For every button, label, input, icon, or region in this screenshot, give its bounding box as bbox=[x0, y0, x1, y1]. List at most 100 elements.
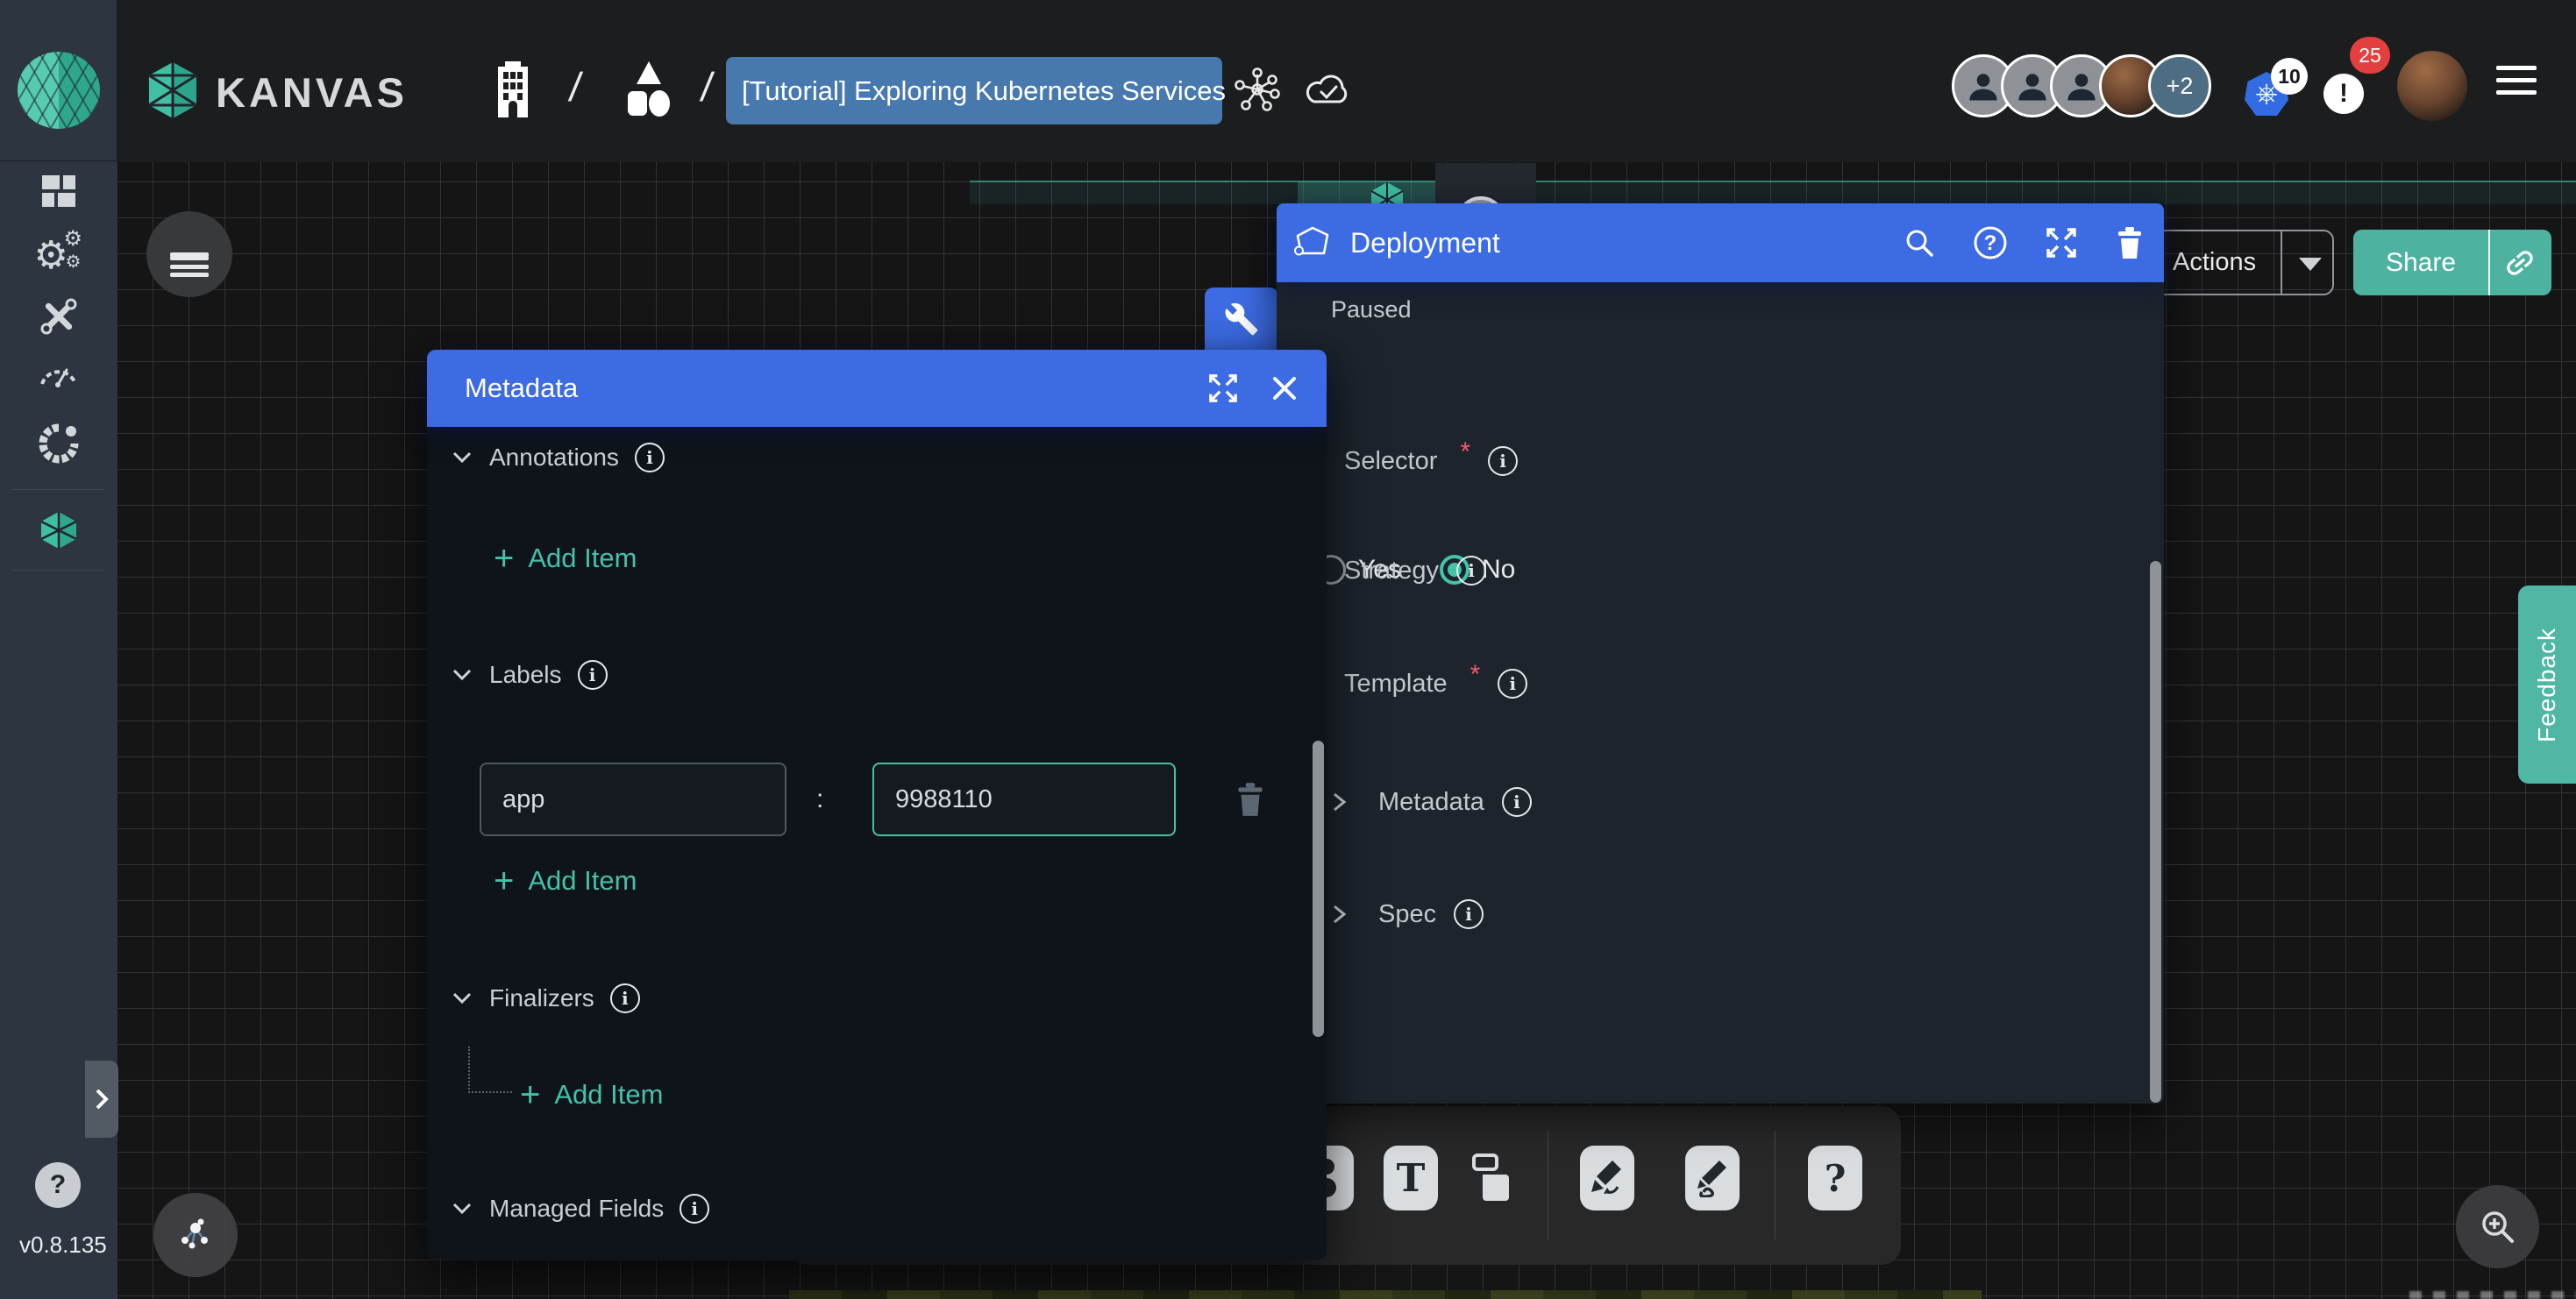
design-title-text: [Tutorial] Exploring Kubernetes Services bbox=[742, 75, 1226, 107]
text-tool-button[interactable]: T bbox=[1384, 1146, 1438, 1210]
chevron-right-icon bbox=[93, 1086, 110, 1112]
organization-icon[interactable] bbox=[487, 60, 538, 117]
label-key-input[interactable] bbox=[480, 763, 786, 836]
deployment-scrollbar[interactable] bbox=[2150, 561, 2161, 1103]
pen-tool-button[interactable] bbox=[1580, 1146, 1634, 1210]
metadata-modal-header[interactable]: Metadata bbox=[427, 350, 1327, 427]
chevron-right-icon bbox=[1329, 789, 1348, 815]
workspace-shapes-icon[interactable] bbox=[621, 58, 677, 119]
app-version: v0.8.135 bbox=[19, 1232, 107, 1259]
info-icon[interactable]: i bbox=[1454, 899, 1484, 929]
annotations-section-row[interactable]: Annotations i bbox=[451, 443, 665, 472]
canvas-menu-button[interactable] bbox=[146, 211, 232, 297]
sidebar-item-dashboard[interactable] bbox=[0, 174, 117, 209]
link-icon[interactable] bbox=[2495, 238, 2544, 287]
search-icon[interactable] bbox=[1903, 226, 1936, 259]
sidebar-expand-tab[interactable] bbox=[85, 1061, 118, 1138]
note-tool-icon bbox=[1470, 1152, 1521, 1204]
avatar-overflow-count[interactable]: +2 bbox=[2148, 54, 2211, 117]
sidebar-logo-box[interactable] bbox=[0, 2, 117, 161]
notifications-button[interactable]: ! bbox=[2323, 74, 2364, 114]
help-icon[interactable]: ? bbox=[1973, 225, 2008, 260]
finalizers-section-row[interactable]: Finalizers i bbox=[451, 983, 640, 1013]
tree-connector bbox=[468, 1047, 512, 1093]
sidebar-item-performance[interactable] bbox=[0, 358, 117, 389]
expand-icon[interactable] bbox=[1207, 373, 1239, 404]
pencil-tool-button[interactable] bbox=[1685, 1146, 1740, 1210]
feedback-tab[interactable]: Feedback bbox=[2518, 586, 2576, 784]
cloud-sync-icon[interactable] bbox=[1303, 68, 1354, 110]
add-item-label: Add Item bbox=[554, 1079, 663, 1111]
divider bbox=[2281, 231, 2282, 294]
close-icon[interactable] bbox=[1270, 374, 1299, 402]
finalizers-add-item[interactable]: + Add Item bbox=[520, 1079, 663, 1111]
expand-icon[interactable] bbox=[2045, 226, 2078, 259]
collaborator-avatar-group[interactable]: +2 bbox=[1952, 54, 2211, 117]
label-value-input[interactable] bbox=[872, 763, 1176, 836]
person-icon bbox=[1964, 67, 2003, 105]
left-sidebar: ⚙ ⚙ ⚙ bbox=[0, 0, 117, 1299]
key-value-colon: : bbox=[816, 784, 823, 814]
labels-add-item[interactable]: + Add Item bbox=[494, 865, 637, 897]
info-icon[interactable]: i bbox=[1502, 787, 1532, 817]
configure-tab[interactable] bbox=[1205, 287, 1278, 350]
sidebar-divider bbox=[12, 489, 104, 490]
profile-avatar[interactable] bbox=[2397, 51, 2467, 121]
design-title-input[interactable]: [Tutorial] Exploring Kubernetes Services bbox=[726, 57, 1222, 124]
info-icon[interactable]: i bbox=[635, 443, 665, 472]
info-icon[interactable]: i bbox=[1498, 669, 1527, 699]
sidebar-item-lifecycle[interactable]: ⚙ ⚙ ⚙ bbox=[0, 230, 117, 275]
canvas-clipped-node-bottom bbox=[789, 1290, 1982, 1299]
gauge-icon bbox=[37, 358, 81, 389]
info-icon[interactable]: i bbox=[578, 660, 608, 690]
chevron-down-icon bbox=[451, 990, 473, 1006]
share-button[interactable]: Share bbox=[2353, 230, 2551, 295]
trash-icon[interactable] bbox=[2115, 225, 2145, 260]
managed-fields-section-row[interactable]: Managed Fields i bbox=[451, 1194, 709, 1224]
metadata-scrollbar[interactable] bbox=[1313, 741, 1324, 1037]
brand-wordmark[interactable]: KANVAS bbox=[216, 68, 408, 117]
actions-dropdown-button[interactable]: Actions bbox=[2139, 230, 2334, 295]
zoom-in-button[interactable] bbox=[2456, 1185, 2539, 1268]
plus-icon: + bbox=[494, 868, 514, 894]
tools-icon bbox=[39, 296, 79, 337]
sidebar-item-kanvas[interactable] bbox=[0, 510, 117, 550]
annotations-add-item[interactable]: + Add Item bbox=[494, 543, 637, 574]
info-icon[interactable]: i bbox=[1456, 556, 1486, 586]
metadata-modal: Metadata Annotations i + Add Item bbox=[427, 350, 1327, 1260]
magnifier-plus-icon bbox=[2478, 1207, 2518, 1247]
kanvas-logo-icon[interactable] bbox=[146, 60, 200, 120]
caret-down-icon[interactable] bbox=[2299, 258, 2322, 271]
spec-collapsed-row[interactable]: Spec i bbox=[1329, 899, 1484, 929]
kanvas-hexagon-icon bbox=[39, 510, 79, 550]
labels-section-row[interactable]: Labels i bbox=[451, 660, 608, 690]
sidebar-item-extensions[interactable] bbox=[0, 422, 117, 465]
add-item-label: Add Item bbox=[528, 543, 637, 574]
paused-field-label: Paused bbox=[1331, 296, 1412, 323]
radio-no-label: No bbox=[1482, 555, 1515, 585]
strategy-field-row: Strategy i bbox=[1344, 556, 1486, 586]
canvas-selected-node[interactable] bbox=[1298, 181, 1435, 204]
canvas-node-icon bbox=[1368, 181, 1406, 204]
person-icon bbox=[2013, 67, 2052, 105]
breadcrumb-slash: / bbox=[566, 63, 584, 110]
share-label: Share bbox=[2353, 248, 2488, 278]
sidebar-item-configuration[interactable] bbox=[0, 296, 117, 337]
app-menu-button[interactable] bbox=[2496, 66, 2537, 103]
components-hub-icon[interactable] bbox=[1235, 67, 1280, 112]
info-icon[interactable]: i bbox=[680, 1194, 709, 1224]
meshery-pie-icon bbox=[38, 422, 80, 465]
info-icon[interactable]: i bbox=[610, 983, 640, 1013]
sidebar-help-button[interactable]: ? bbox=[35, 1162, 81, 1208]
exclamation-icon: ! bbox=[2339, 79, 2348, 109]
canvas-clipped-text-fragment bbox=[2409, 1291, 2576, 1299]
note-tool-button[interactable] bbox=[1469, 1146, 1523, 1210]
info-icon[interactable]: i bbox=[1488, 446, 1518, 476]
metadata-collapsed-row[interactable]: Metadata i bbox=[1329, 787, 1532, 817]
help-tool-button[interactable]: ? bbox=[1808, 1146, 1862, 1210]
sidebar-divider bbox=[12, 570, 104, 571]
cluster-view-button[interactable] bbox=[153, 1193, 238, 1277]
deployment-panel-header[interactable]: Deployment ? bbox=[1277, 203, 2164, 282]
delete-row-trash-icon[interactable] bbox=[1234, 781, 1267, 818]
selector-label: Selector bbox=[1344, 447, 1437, 476]
